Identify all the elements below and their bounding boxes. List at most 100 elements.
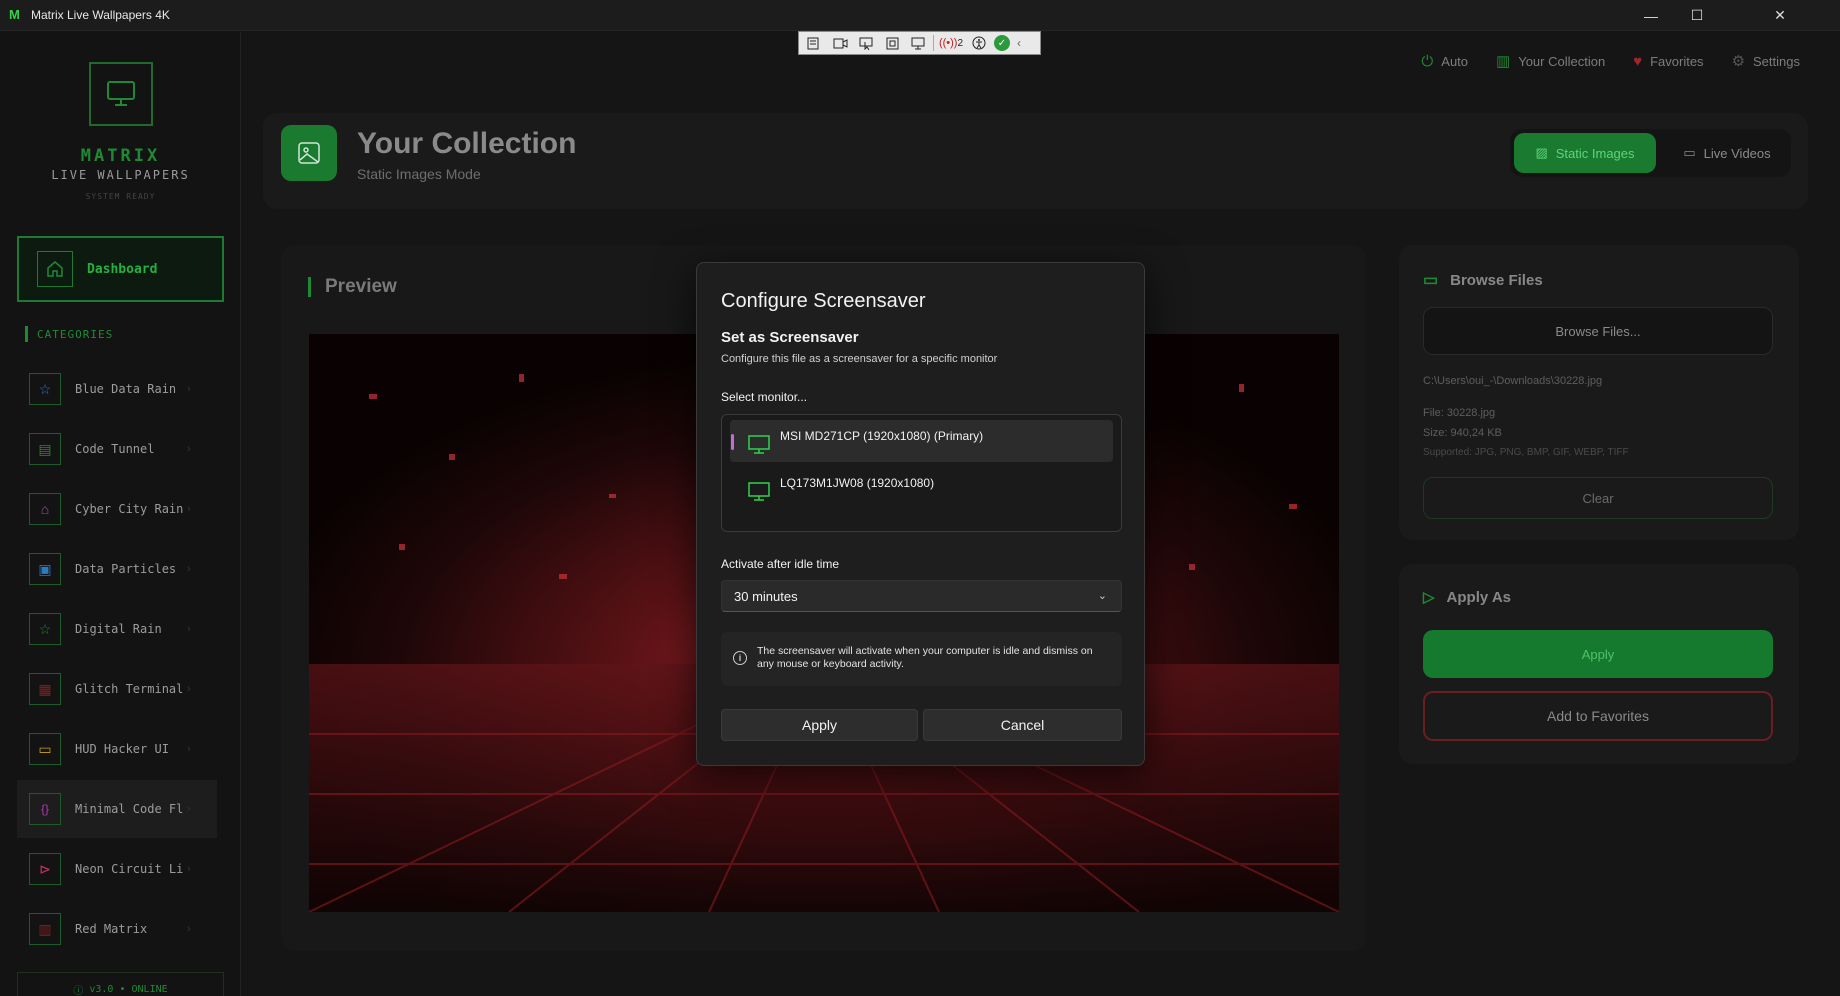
- collapse-chevron-icon[interactable]: ‹: [1014, 34, 1024, 52]
- dialog-cancel-button[interactable]: Cancel: [923, 709, 1122, 741]
- category-label: Red Matrix: [75, 922, 148, 936]
- nav-settings[interactable]: ⚙ Settings: [1732, 52, 1800, 70]
- add-to-favorites-button[interactable]: Add to Favorites: [1423, 691, 1773, 741]
- close-button[interactable]: ✕: [1720, 0, 1840, 31]
- nav-settings-label: Settings: [1753, 53, 1800, 69]
- nav-favorites[interactable]: ♥ Favorites: [1633, 52, 1703, 70]
- image-icon: ▨: [1535, 145, 1548, 160]
- chevron-right-icon: ›: [187, 863, 191, 875]
- monitor-icon: ▭: [29, 733, 61, 765]
- city-icon: ⌂: [29, 493, 61, 525]
- category-label: Glitch Terminal: [75, 682, 183, 696]
- window-title: Matrix Live Wallpapers 4K: [31, 8, 170, 22]
- chevron-down-icon: ⌄: [1097, 590, 1107, 602]
- broadcast-count: 2: [957, 37, 964, 49]
- category-item[interactable]: ☆ Blue Data Rain ›: [17, 360, 217, 418]
- file-size: Size: 940,24 KB: [1423, 427, 1502, 439]
- select-window-icon[interactable]: [803, 34, 825, 52]
- dialog-subtitle: Set as Screensaver: [721, 329, 859, 346]
- nav-favorites-label: Favorites: [1650, 53, 1704, 69]
- preview-title: Preview: [325, 276, 397, 297]
- idle-time-label: Activate after idle time: [721, 557, 840, 571]
- minimize-button[interactable]: —: [1628, 0, 1674, 31]
- chevron-right-icon: ›: [187, 683, 191, 695]
- region-icon[interactable]: [881, 34, 903, 52]
- chevron-right-icon: ›: [187, 803, 191, 815]
- brand-subtitle: LIVE WALLPAPERS: [51, 168, 190, 182]
- category-label: HUD Hacker UI: [75, 742, 169, 756]
- category-label: Minimal Code Flow: [75, 802, 183, 816]
- chevron-right-icon: ›: [187, 383, 191, 395]
- nav-your-collection[interactable]: ▥ Your Collection: [1496, 52, 1605, 70]
- category-item-active[interactable]: {} Minimal Code Flow ›: [17, 780, 217, 838]
- accessibility-icon[interactable]: [968, 34, 990, 52]
- nav-auto[interactable]: ⏻ Auto: [1421, 52, 1468, 70]
- category-list[interactable]: ☆ Blue Data Rain › ▤ Code Tunnel › ⌂ Cyber…: [17, 360, 217, 956]
- touch-icon[interactable]: [907, 34, 929, 52]
- collection-header: Your Collection Static Images Mode ▨ Sta…: [263, 113, 1808, 209]
- check-icon[interactable]: ✓: [994, 35, 1010, 51]
- monitor-icon: [748, 435, 770, 454]
- clear-button[interactable]: Clear: [1423, 477, 1773, 519]
- nav-collection-label: Your Collection: [1518, 53, 1606, 69]
- category-item[interactable]: ⊳ Neon Circuit Lines ›: [17, 840, 217, 898]
- browse-files-button[interactable]: Browse Files...: [1423, 307, 1773, 355]
- version-status: ⓘ v3.0 • ONLINE: [17, 972, 224, 996]
- select-monitor-label: Select monitor...: [721, 390, 808, 404]
- supported-formats: Supported: JPG, PNG, BMP, GIF, WEBP, TIF…: [1423, 447, 1629, 458]
- dialog-apply-button[interactable]: Apply: [721, 709, 918, 741]
- live-videos-label: Live Videos: [1703, 145, 1771, 161]
- play-icon: ▷: [1423, 589, 1435, 606]
- dialog-title: Configure Screensaver: [721, 290, 926, 312]
- video-icon[interactable]: [829, 34, 851, 52]
- nav-auto-label: Auto: [1441, 53, 1469, 69]
- category-item[interactable]: ⌂ Cyber City Rain ›: [17, 480, 217, 538]
- gear-icon: ⚙: [1731, 53, 1746, 70]
- chevron-right-icon: ›: [187, 623, 191, 635]
- brand-title: MATRIX: [80, 146, 161, 166]
- category-item[interactable]: ▥ Red Matrix ›: [17, 900, 217, 956]
- idle-time-select[interactable]: 30 minutes ⌄: [721, 580, 1122, 612]
- folder-icon: ▭: [1423, 272, 1439, 289]
- category-item[interactable]: ▦ Glitch Terminal ›: [17, 660, 217, 718]
- chevron-right-icon: ›: [187, 503, 191, 515]
- monitor-item-secondary[interactable]: LQ173M1JW08 (1920x1080): [730, 467, 1113, 509]
- category-item[interactable]: ▣ Data Particles ›: [17, 540, 217, 598]
- maximize-button[interactable]: ☐: [1674, 0, 1720, 31]
- configure-screensaver-dialog: Configure Screensaver Set as Screensaver…: [696, 262, 1145, 766]
- circuit-icon: ⊳: [29, 853, 61, 885]
- star-icon: ☆: [29, 613, 61, 645]
- chevron-right-icon: ›: [187, 743, 191, 755]
- live-videos-tab[interactable]: ▭ Live Videos: [1668, 133, 1786, 173]
- categories-label: CATEGORIES: [37, 327, 114, 341]
- chevron-right-icon: ›: [187, 923, 191, 935]
- apply-button[interactable]: Apply: [1423, 630, 1773, 678]
- tunnel-icon: ▤: [29, 433, 61, 465]
- dashboard-label: Dashboard: [87, 261, 158, 277]
- browse-files-panel: ▭ Browse Files Browse Files... C:\Users\…: [1399, 245, 1799, 540]
- preview-accent-bar: [308, 277, 311, 297]
- dialog-description: Configure this file as a screensaver for…: [721, 353, 998, 365]
- category-label: Cyber City Rain: [75, 502, 183, 516]
- matrix-icon: ▥: [29, 913, 61, 945]
- braces-icon: {}: [29, 793, 61, 825]
- category-item[interactable]: ☆ Digital Rain ›: [17, 600, 217, 658]
- monitor-item-primary[interactable]: MSI MD271CP (1920x1080) (Primary): [730, 420, 1113, 462]
- monitor-list: MSI MD271CP (1920x1080) (Primary) LQ173M…: [721, 414, 1122, 532]
- category-item[interactable]: ▭ HUD Hacker UI ›: [17, 720, 217, 778]
- dashboard-button[interactable]: Dashboard: [17, 236, 224, 302]
- category-label: Code Tunnel: [75, 442, 155, 456]
- particles-icon: ▣: [29, 553, 61, 585]
- power-icon: ⏻: [1421, 52, 1434, 70]
- title-bar: M Matrix Live Wallpapers 4K — ☐ ✕: [0, 0, 1840, 31]
- page-title: Your Collection: [357, 127, 577, 160]
- category-item[interactable]: ▤ Code Tunnel ›: [17, 420, 217, 478]
- static-images-tab[interactable]: ▨ Static Images: [1514, 133, 1656, 173]
- apply-as-title: Apply As: [1446, 588, 1511, 606]
- apply-as-header: ▷ Apply As: [1423, 588, 1511, 607]
- broadcast-icon[interactable]: ((•)) 2: [938, 34, 964, 52]
- image-icon: [281, 125, 337, 181]
- browse-files-title: Browse Files: [1450, 271, 1543, 289]
- mode-toggle: ▨ Static Images ▭ Live Videos: [1510, 129, 1791, 177]
- pointer-icon[interactable]: [855, 34, 877, 52]
